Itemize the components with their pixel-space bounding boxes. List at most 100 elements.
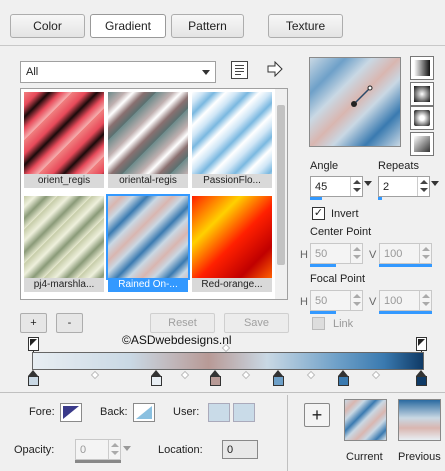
opacity-dropdown-icon[interactable] — [123, 446, 131, 451]
repeats-label: Repeats — [378, 160, 419, 172]
remove-label: - — [67, 317, 72, 329]
save-button[interactable]: Save — [224, 313, 289, 333]
gradient-tile[interactable]: PassionFlo... — [192, 92, 272, 188]
focal-h-indicator — [310, 311, 336, 314]
link-checkbox[interactable] — [312, 317, 325, 330]
repeats-dropdown-icon[interactable] — [431, 181, 439, 186]
color-stop[interactable] — [273, 370, 284, 386]
color-stop[interactable] — [210, 370, 221, 386]
invert-checkbox[interactable]: ✓ — [312, 207, 325, 220]
invert-label: Invert — [331, 208, 359, 220]
bottom-divider — [0, 392, 445, 393]
current-gradient-swatch[interactable] — [344, 399, 387, 441]
save-label: Save — [243, 317, 270, 329]
angle-slider-indicator — [310, 197, 322, 200]
user-color-swatch-2[interactable] — [233, 403, 255, 422]
tab-gradient[interactable]: Gradient — [90, 14, 166, 38]
gradient-editor-bar[interactable] — [32, 352, 424, 370]
spin-arrows-icon[interactable] — [419, 291, 431, 310]
spin-arrows-icon[interactable] — [108, 440, 120, 459]
opacity-stop-start[interactable] — [28, 337, 39, 356]
focal-v-value: 100 — [384, 295, 403, 307]
color-stop[interactable] — [28, 370, 39, 386]
previous-label: Previous — [398, 451, 441, 463]
tab-color[interactable]: Color — [10, 14, 85, 38]
angle-dropdown-icon[interactable] — [364, 181, 372, 186]
radial-style-button[interactable] — [410, 132, 434, 156]
tab-texture[interactable]: Texture — [268, 14, 343, 38]
fore-triangle-icon — [63, 406, 79, 419]
remove-gradient-button[interactable]: - — [56, 313, 83, 333]
new-swatch-button[interactable]: + — [304, 403, 330, 427]
focal-h-label: H — [300, 296, 308, 308]
repeats-value: 2 — [383, 181, 390, 193]
color-midpoint-icon[interactable] — [241, 370, 251, 380]
gradient-label: Red-orange... — [192, 278, 272, 292]
user-label: User: — [173, 406, 200, 418]
color-midpoint-icon[interactable] — [371, 370, 381, 380]
category-filter-dropdown[interactable]: All — [20, 61, 216, 83]
center-v-indicator — [379, 264, 432, 267]
linear-style-button[interactable] — [410, 56, 434, 80]
arrow-right-icon[interactable] — [266, 61, 284, 77]
center-h-spinner[interactable]: 50 — [310, 243, 363, 264]
tab-color-label: Color — [33, 19, 62, 33]
color-stop[interactable] — [151, 370, 162, 386]
spin-arrows-icon[interactable] — [350, 244, 362, 263]
gradient-swatch — [192, 92, 272, 174]
gradient-tile[interactable]: Rained On-... — [106, 194, 190, 292]
color-midpoint-icon[interactable] — [90, 370, 100, 380]
focal-h-spinner[interactable]: 50 — [310, 290, 363, 311]
center-h-value: 50 — [315, 248, 328, 260]
gradient-preview[interactable] — [309, 57, 401, 147]
back-color-swatch[interactable] — [133, 403, 155, 422]
rectangular-style-button[interactable] — [410, 82, 434, 106]
gradient-tile[interactable]: oriental-regis — [108, 92, 188, 188]
color-stop[interactable] — [338, 370, 349, 386]
center-v-spinner[interactable]: 100 — [379, 243, 432, 264]
gradient-swatch — [192, 196, 272, 278]
spin-arrows-icon[interactable] — [419, 244, 431, 263]
fore-color-swatch[interactable] — [60, 403, 82, 422]
color-midpoint-icon[interactable] — [306, 370, 316, 380]
add-gradient-button[interactable]: + — [20, 313, 47, 333]
center-point-label: Center Point — [310, 226, 372, 238]
list-view-icon[interactable] — [231, 61, 248, 79]
focal-v-spinner[interactable]: 100 — [379, 290, 432, 311]
tab-gradient-label: Gradient — [104, 19, 152, 33]
spin-arrows-icon[interactable] — [417, 177, 429, 196]
opacity-stop-end[interactable] — [416, 337, 427, 356]
tab-pattern[interactable]: Pattern — [171, 14, 244, 38]
gradient-tile[interactable]: pj4-marshla... — [24, 196, 104, 292]
sunburst-style-button[interactable] — [410, 106, 434, 130]
gradient-tile[interactable]: Red-orange... — [192, 196, 272, 292]
location-field[interactable]: 0 — [222, 440, 258, 459]
angle-handle-icon[interactable] — [310, 58, 402, 148]
gallery-scrollbar[interactable] — [275, 89, 287, 299]
current-label: Current — [346, 451, 383, 463]
focal-h-value: 50 — [315, 295, 328, 307]
repeats-slider-indicator — [378, 197, 382, 200]
new-swatch-label: + — [311, 404, 323, 425]
tab-texture-label: Texture — [285, 19, 326, 33]
previous-gradient-swatch[interactable] — [398, 399, 441, 441]
color-midpoint-icon[interactable] — [180, 370, 190, 380]
angle-spinner[interactable]: 45 — [310, 176, 363, 197]
spin-arrows-icon[interactable] — [350, 177, 362, 196]
repeats-spinner[interactable]: 2 — [378, 176, 430, 197]
user-color-swatch-1[interactable] — [208, 403, 230, 422]
reset-button[interactable]: Reset — [150, 313, 215, 333]
location-value: 0 — [227, 444, 234, 456]
gradient-gallery[interactable]: orient_regis oriental-regis PassionFlo..… — [20, 88, 288, 300]
spin-arrows-icon[interactable] — [350, 291, 362, 310]
focal-v-label: V — [369, 296, 377, 308]
opacity-spinner[interactable]: 0 — [75, 439, 121, 460]
scrollbar-thumb[interactable] — [277, 105, 285, 265]
color-stop[interactable] — [416, 370, 427, 386]
gradient-swatch — [106, 194, 190, 280]
tab-divider — [0, 45, 445, 46]
gradient-tile[interactable]: orient_regis — [24, 92, 104, 188]
back-label: Back: — [100, 406, 128, 418]
gradient-label: orient_regis — [24, 174, 104, 188]
gradient-label: oriental-regis — [108, 174, 188, 188]
